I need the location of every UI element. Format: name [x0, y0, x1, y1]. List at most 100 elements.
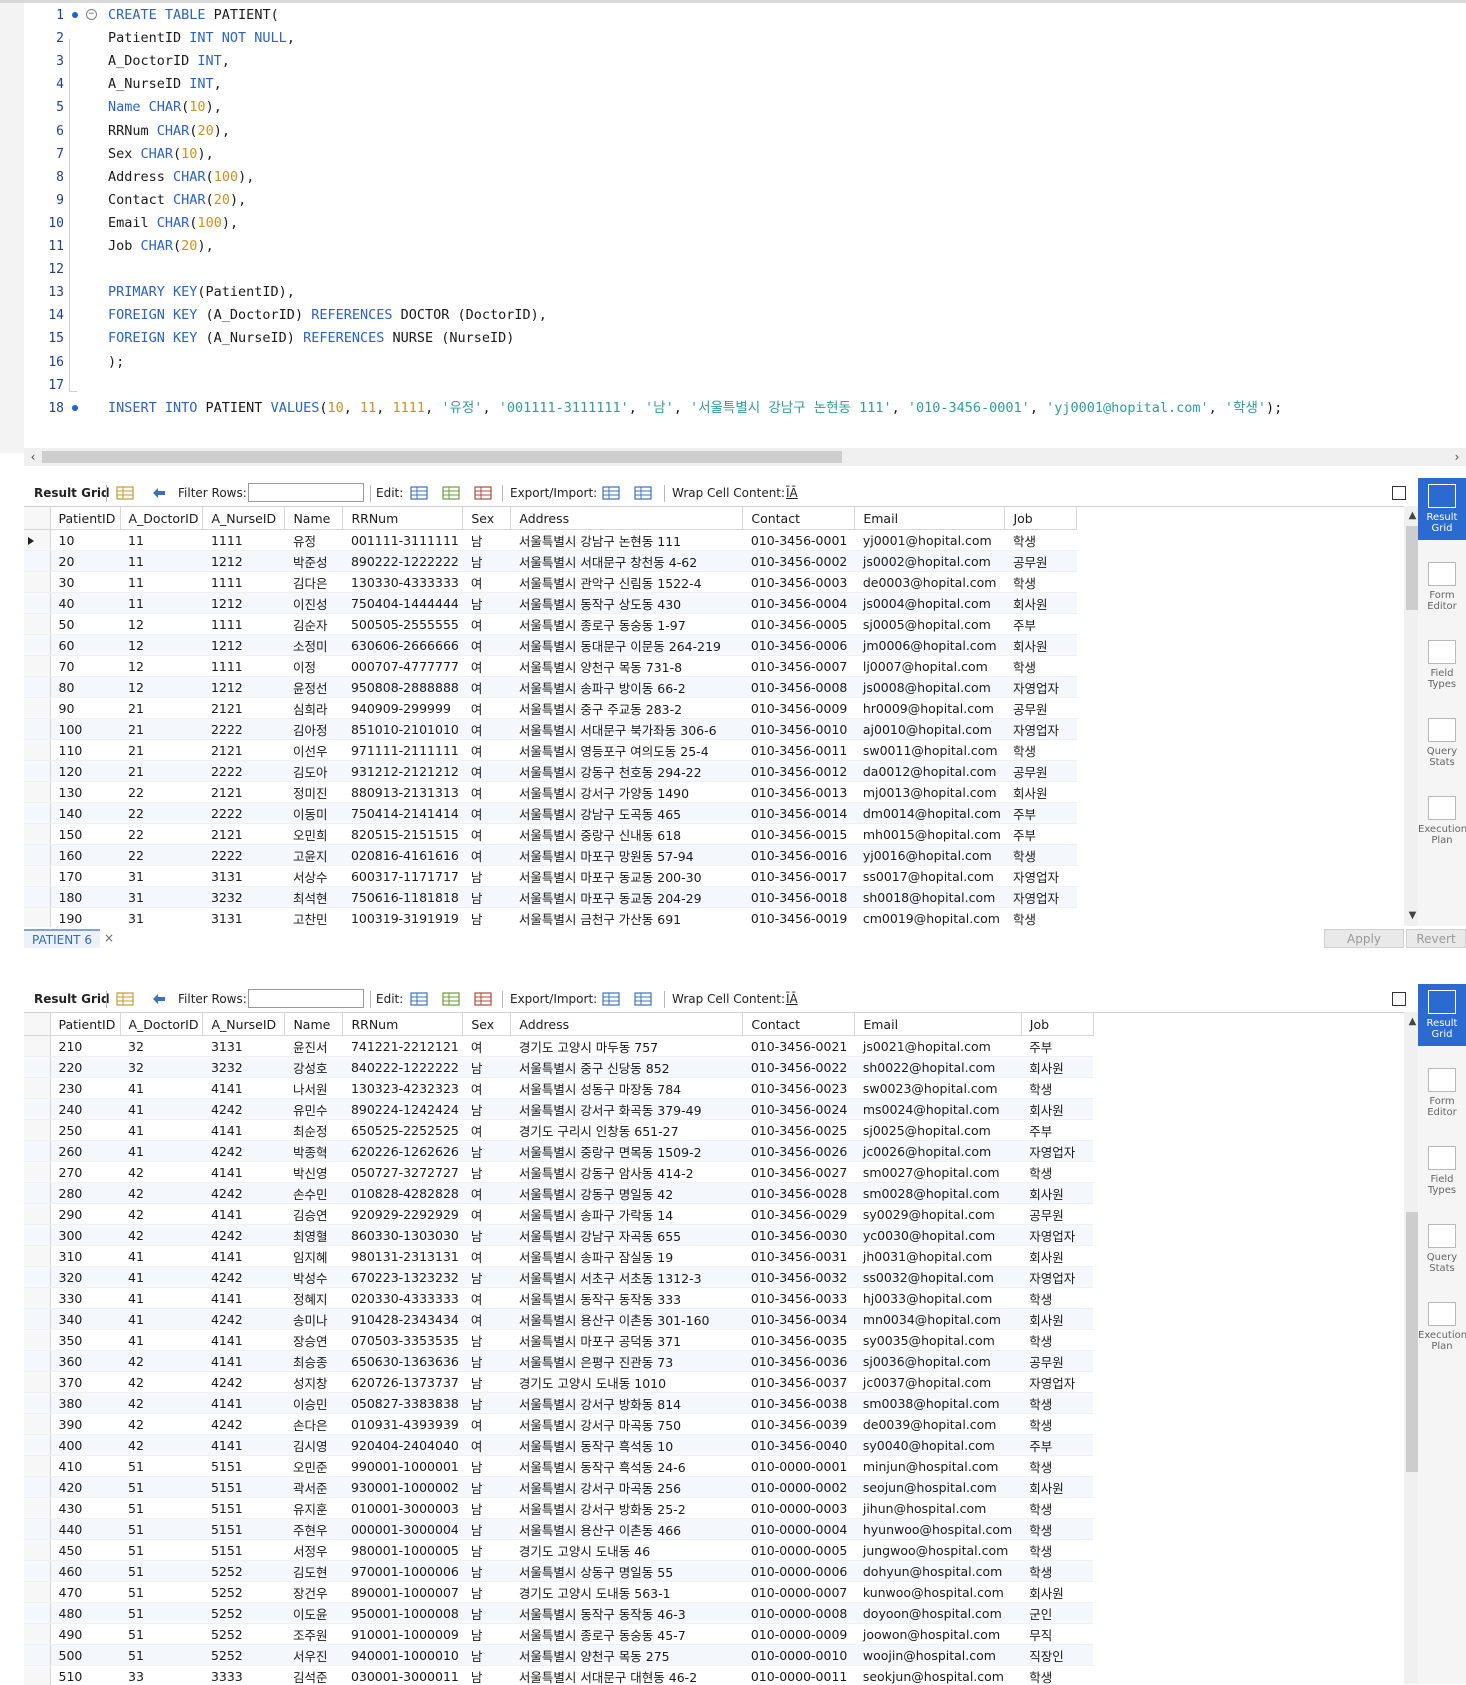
- cell-sex[interactable]: 여: [463, 1309, 511, 1330]
- cell-a_doctorid[interactable]: 51: [120, 1456, 203, 1477]
- cell-email[interactable]: ss0017@hopital.com: [855, 866, 1005, 887]
- row-header[interactable]: [24, 1057, 50, 1078]
- column-header-patientid[interactable]: PatientID: [50, 1013, 120, 1036]
- table-row[interactable]: 360424141최승종650630-1363636남서울특별시 은평구 진관동…: [24, 1351, 1093, 1372]
- cell-email[interactable]: sy0029@hopital.com: [855, 1204, 1021, 1225]
- cell-patientid[interactable]: 450: [50, 1540, 120, 1561]
- cell-address[interactable]: 서울특별시 성동구 마장동 784: [511, 1078, 743, 1099]
- cell-job[interactable]: 학생: [1021, 1540, 1093, 1561]
- cell-sex[interactable]: 여: [463, 740, 511, 761]
- row-header[interactable]: [24, 614, 50, 635]
- cell-address[interactable]: 서울특별시 용산구 이촌동 301-160: [511, 1309, 743, 1330]
- table-row[interactable]: 460515252김도현970001-1000006남서울특별시 상동구 명일동…: [24, 1561, 1093, 1582]
- cell-patientid[interactable]: 40: [50, 593, 120, 614]
- cell-rrnum[interactable]: 630606-2666666: [343, 635, 463, 656]
- cell-name[interactable]: 조주원: [285, 1624, 343, 1645]
- edit-row-icon[interactable]: [410, 485, 428, 501]
- cell-job[interactable]: 군인: [1021, 1603, 1093, 1624]
- cell-job[interactable]: 공무원: [1005, 761, 1077, 782]
- cell-a_doctorid[interactable]: 31: [120, 866, 203, 887]
- cell-address[interactable]: 서울특별시 송파구 방이동 66-2: [511, 677, 743, 698]
- table-row[interactable]: 100212222김아정851010-2101010여서울특별시 서대문구 북가…: [24, 719, 1077, 740]
- cell-name[interactable]: 김도현: [285, 1561, 343, 1582]
- cell-email[interactable]: doyoon@hospital.com: [855, 1603, 1021, 1624]
- result-grid[interactable]: PatientIDA_DoctorIDA_NurseIDNameRRNumSex…: [24, 1012, 1404, 1685]
- editor-horizontal-scrollbar[interactable]: ‹ ›: [24, 448, 1466, 466]
- cell-patientid[interactable]: 20: [50, 551, 120, 572]
- sql-editor[interactable]: 1−CREATE TABLE PATIENT(2PatientID INT NO…: [0, 3, 1466, 453]
- cell-a_nurseid[interactable]: 4242: [203, 1099, 285, 1120]
- cell-email[interactable]: jc0037@hopital.com: [855, 1372, 1021, 1393]
- cell-rrnum[interactable]: 980131-2313131: [343, 1246, 463, 1267]
- cell-rrnum[interactable]: 890222-1222222: [343, 551, 463, 572]
- cell-a_nurseid[interactable]: 1111: [203, 656, 285, 677]
- cell-sex[interactable]: 여: [463, 761, 511, 782]
- column-header-name[interactable]: Name: [285, 1013, 343, 1036]
- cell-a_nurseid[interactable]: 2222: [203, 761, 285, 782]
- cell-email[interactable]: sm0027@hopital.com: [855, 1162, 1021, 1183]
- scrollbar-thumb[interactable]: [42, 451, 842, 463]
- cell-address[interactable]: 서울특별시 동작구 흑석동 10: [511, 1435, 743, 1456]
- cell-email[interactable]: woojin@hospital.com: [855, 1645, 1021, 1666]
- cell-a_doctorid[interactable]: 12: [120, 656, 203, 677]
- cell-patientid[interactable]: 110: [50, 740, 120, 761]
- cell-a_nurseid[interactable]: 4242: [203, 1141, 285, 1162]
- cell-email[interactable]: js0008@hopital.com: [855, 677, 1005, 698]
- table-row[interactable]: 220323232강성호840222-1222222남서울특별시 중구 신당동 …: [24, 1057, 1093, 1078]
- cell-sex[interactable]: 남: [463, 1267, 511, 1288]
- cell-contact[interactable]: 010-0000-0004: [743, 1519, 855, 1540]
- cell-contact[interactable]: 010-0000-0008: [743, 1603, 855, 1624]
- cell-sex[interactable]: 남: [463, 1624, 511, 1645]
- cell-contact[interactable]: 010-0000-0011: [743, 1666, 855, 1685]
- cell-a_doctorid[interactable]: 31: [120, 887, 203, 908]
- cell-name[interactable]: 최순정: [285, 1120, 343, 1141]
- cell-sex[interactable]: 여: [463, 782, 511, 803]
- cell-address[interactable]: 서울특별시 강서구 방화동 814: [511, 1393, 743, 1414]
- cell-job[interactable]: 회사원: [1021, 1057, 1093, 1078]
- cell-a_doctorid[interactable]: 22: [120, 803, 203, 824]
- cell-job[interactable]: 직장인: [1021, 1645, 1093, 1666]
- cell-name[interactable]: 박성수: [285, 1267, 343, 1288]
- cell-email[interactable]: de0039@hopital.com: [855, 1414, 1021, 1435]
- cell-job[interactable]: 학생: [1021, 1162, 1093, 1183]
- cell-name[interactable]: 김다은: [285, 572, 343, 593]
- cell-patientid[interactable]: 490: [50, 1624, 120, 1645]
- cell-job[interactable]: 학생: [1021, 1456, 1093, 1477]
- side-button-execution-plan[interactable]: ExecutionPlan: [1418, 1296, 1466, 1358]
- cell-a_nurseid[interactable]: 2121: [203, 824, 285, 845]
- cell-a_doctorid[interactable]: 51: [120, 1519, 203, 1540]
- cell-rrnum[interactable]: 910001-1000009: [343, 1624, 463, 1645]
- side-button-execution-plan[interactable]: ExecutionPlan: [1418, 790, 1466, 852]
- cell-email[interactable]: seokjun@hospital.com: [855, 1666, 1021, 1685]
- row-header[interactable]: [24, 1183, 50, 1204]
- row-header[interactable]: [24, 1246, 50, 1267]
- cell-name[interactable]: 오민희: [285, 824, 343, 845]
- cell-patientid[interactable]: 260: [50, 1141, 120, 1162]
- table-row[interactable]: 390424242손다은010931-4393939여서울특별시 강서구 마곡동…: [24, 1414, 1093, 1435]
- cell-sex[interactable]: 남: [463, 1372, 511, 1393]
- cell-patientid[interactable]: 410: [50, 1456, 120, 1477]
- column-header-a_doctorid[interactable]: A_DoctorID: [120, 507, 203, 530]
- cell-rrnum[interactable]: 920929-2292929: [343, 1204, 463, 1225]
- cell-a_doctorid[interactable]: 12: [120, 614, 203, 635]
- cell-rrnum[interactable]: 931212-2121212: [343, 761, 463, 782]
- cell-email[interactable]: jc0026@hopital.com: [855, 1141, 1021, 1162]
- cell-rrnum[interactable]: 950001-1000008: [343, 1603, 463, 1624]
- cell-rrnum[interactable]: 910428-2343434: [343, 1309, 463, 1330]
- column-header-a_nurseid[interactable]: A_NurseID: [203, 507, 285, 530]
- cell-address[interactable]: 서울특별시 강서구 방화동 25-2: [511, 1498, 743, 1519]
- table-row[interactable]: 420515151곽서준930001-1000002남서울특별시 강서구 마곡동…: [24, 1477, 1093, 1498]
- side-button-grid[interactable]: ResultGrid: [1418, 478, 1466, 540]
- row-header[interactable]: [24, 845, 50, 866]
- row-header[interactable]: [24, 1435, 50, 1456]
- cell-a_nurseid[interactable]: 1111: [203, 614, 285, 635]
- cell-a_doctorid[interactable]: 51: [120, 1582, 203, 1603]
- row-header[interactable]: [24, 1309, 50, 1330]
- cell-a_nurseid[interactable]: 1212: [203, 593, 285, 614]
- cell-a_nurseid[interactable]: 4141: [203, 1435, 285, 1456]
- cell-contact[interactable]: 010-3456-0008: [743, 677, 855, 698]
- column-header-rrnum[interactable]: RRNum: [343, 507, 463, 530]
- cell-job[interactable]: 회사원: [1005, 635, 1077, 656]
- cell-name[interactable]: 김아정: [285, 719, 343, 740]
- cell-job[interactable]: 주부: [1005, 614, 1077, 635]
